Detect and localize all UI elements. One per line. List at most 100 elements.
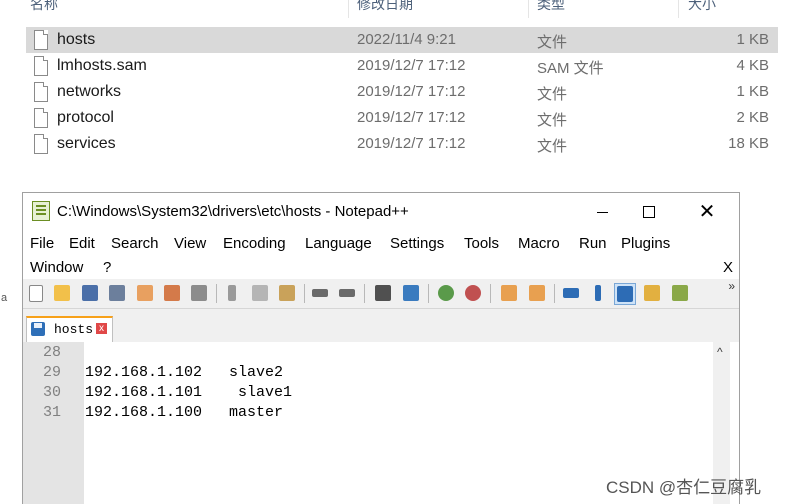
file-row-networks[interactable]: networks 2019/12/7 17:12 文件 1 KB <box>26 79 778 105</box>
toolbar-separator <box>428 284 429 303</box>
zoom-out-icon[interactable] <box>463 283 483 303</box>
file-icon <box>34 108 48 128</box>
zoom-in-icon[interactable] <box>436 283 456 303</box>
watermark: CSDN @杏仁豆腐乳 <box>606 478 762 497</box>
notepad-plus-plus-window: C:\Windows\System32\drivers\etc\hosts - … <box>22 192 740 504</box>
close-icon[interactable] <box>135 283 155 303</box>
replace-icon[interactable] <box>401 283 421 303</box>
show-all-chars-icon[interactable] <box>588 283 608 303</box>
menu-plugins[interactable]: Plugins <box>621 235 670 252</box>
file-row-services[interactable]: services 2019/12/7 17:12 文件 18 KB <box>26 131 778 157</box>
file-explorer: 名称 修改日期 类型 大小 hosts 2022/11/4 9:21 文件 1 … <box>0 0 792 200</box>
column-divider[interactable] <box>678 0 679 18</box>
save-all-icon[interactable] <box>107 283 127 303</box>
code-line[interactable]: 192.168.1.102 slave2 <box>85 364 283 381</box>
find-icon[interactable] <box>373 283 393 303</box>
file-size: 18 KB <box>728 135 769 152</box>
left-edge-glyph: a <box>1 292 8 304</box>
redo-icon[interactable] <box>337 283 357 303</box>
file-row-protocol[interactable]: protocol 2019/12/7 17:12 文件 2 KB <box>26 105 778 131</box>
paste-icon[interactable] <box>277 283 297 303</box>
file-row-hosts[interactable]: hosts 2022/11/4 9:21 文件 1 KB <box>26 27 778 53</box>
menu-settings[interactable]: Settings <box>390 235 444 252</box>
file-date: 2019/12/7 17:12 <box>357 135 466 152</box>
column-date[interactable]: 修改日期 <box>357 0 413 14</box>
menu-run[interactable]: Run <box>579 235 607 252</box>
file-icon <box>34 134 48 154</box>
file-icon <box>34 82 48 102</box>
column-divider[interactable] <box>528 0 529 18</box>
file-icon <box>34 30 48 50</box>
file-row-lmhosts[interactable]: lmhosts.sam 2019/12/7 17:12 SAM 文件 4 KB <box>26 53 778 79</box>
file-type: 文件 <box>537 34 568 51</box>
tab-label: hosts <box>54 322 94 337</box>
close-document-button[interactable]: X <box>723 259 733 276</box>
toolbar-separator <box>216 284 217 303</box>
explorer-left-edge: a <box>0 0 8 503</box>
column-type[interactable]: 类型 <box>537 0 565 14</box>
menu-language[interactable]: Language <box>305 235 372 252</box>
close-button[interactable]: ✕ <box>684 193 730 231</box>
new-file-icon[interactable] <box>27 283 47 303</box>
print-icon[interactable] <box>189 283 209 303</box>
toolbar: » <box>23 279 739 308</box>
toolbar-separator <box>364 284 365 303</box>
save-icon[interactable] <box>80 283 100 303</box>
file-name: hosts <box>57 31 96 48</box>
column-name[interactable]: 名称 <box>30 0 58 14</box>
line-number: 29 <box>42 364 61 381</box>
file-type: 文件 <box>537 138 568 155</box>
toolbar-separator <box>554 284 555 303</box>
menu-help[interactable]: ? <box>103 259 111 276</box>
document-map-icon[interactable] <box>642 283 662 303</box>
menu-view[interactable]: View <box>174 235 206 252</box>
minimize-button[interactable] <box>580 193 626 231</box>
maximize-button[interactable] <box>626 193 672 231</box>
code-line[interactable]: 192.168.1.101 slave1 <box>85 384 292 401</box>
notepad-app-icon <box>32 201 50 221</box>
tab-bar: hosts x <box>23 308 739 343</box>
scroll-up-icon[interactable]: ^ <box>717 345 723 359</box>
file-date: 2019/12/7 17:12 <box>357 109 466 126</box>
menu-encoding[interactable]: Encoding <box>223 235 286 252</box>
file-type: 文件 <box>537 112 568 129</box>
file-type: 文件 <box>537 86 568 103</box>
word-wrap-icon[interactable] <box>561 283 581 303</box>
tab-close-icon[interactable]: x <box>96 323 107 334</box>
title-bar[interactable]: C:\Windows\System32\drivers\etc\hosts - … <box>23 193 739 231</box>
column-divider[interactable] <box>348 0 349 18</box>
sync-vertical-icon[interactable] <box>499 283 519 303</box>
line-number-gutter: 28 29 30 31 <box>23 342 84 504</box>
sync-horizontal-icon[interactable] <box>527 283 547 303</box>
saved-state-icon <box>31 322 45 336</box>
open-file-icon[interactable] <box>52 283 72 303</box>
copy-icon[interactable] <box>250 283 270 303</box>
column-header: 名称 修改日期 类型 大小 <box>0 0 792 18</box>
file-name: services <box>57 135 116 152</box>
code-line[interactable]: 192.168.1.100 master <box>85 404 283 421</box>
close-all-icon[interactable] <box>162 283 182 303</box>
function-list-icon[interactable] <box>670 283 690 303</box>
menu-search[interactable]: Search <box>111 235 159 252</box>
menu-tools[interactable]: Tools <box>464 235 499 252</box>
toolbar-separator <box>304 284 305 303</box>
line-number: 31 <box>42 404 61 421</box>
menu-file[interactable]: File <box>30 235 54 252</box>
cut-icon[interactable] <box>222 283 242 303</box>
file-name: networks <box>57 83 122 100</box>
file-size: 4 KB <box>736 57 769 74</box>
toolbar-overflow-icon[interactable]: » <box>728 279 735 293</box>
menu-edit[interactable]: Edit <box>69 235 95 252</box>
menu-macro[interactable]: Macro <box>518 235 560 252</box>
file-name: lmhosts.sam <box>57 57 147 74</box>
tab-hosts[interactable]: hosts x <box>26 316 113 343</box>
menu-window[interactable]: Window <box>30 259 83 276</box>
toolbar-separator <box>490 284 491 303</box>
file-size: 2 KB <box>736 109 769 126</box>
file-date: 2019/12/7 17:12 <box>357 83 466 100</box>
undo-icon[interactable] <box>310 283 330 303</box>
file-date: 2022/11/4 9:21 <box>357 31 456 48</box>
column-size[interactable]: 大小 <box>688 0 716 14</box>
file-size: 1 KB <box>736 83 769 100</box>
indent-guide-icon[interactable] <box>614 283 636 305</box>
